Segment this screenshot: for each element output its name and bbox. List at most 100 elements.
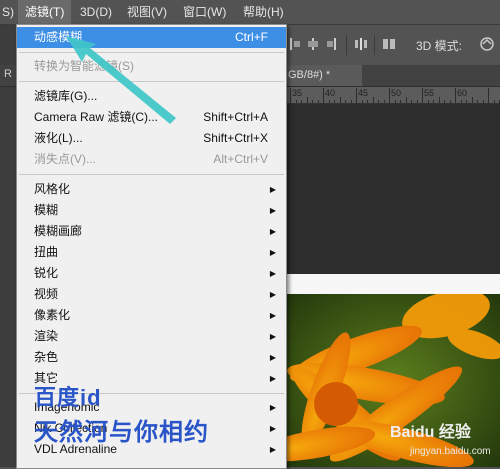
menu-item-label: 消失点(V)...	[34, 152, 96, 166]
horizontal-ruler: 35 40 45 50 55 60	[286, 87, 500, 104]
ruler-tick	[367, 100, 368, 103]
menu-item-label: 杂色	[34, 350, 59, 364]
submenu-arrow-icon: ▶	[269, 185, 276, 194]
distribute-icon[interactable]	[354, 37, 368, 51]
ruler-tick	[345, 100, 346, 103]
ruler-tick	[361, 100, 363, 103]
menu-item-convert-smart-filter[interactable]: 转换为智能滤镜(S)	[17, 56, 286, 77]
ruler-tick	[471, 97, 473, 103]
ruler-tick	[383, 100, 385, 103]
submenu-arrow-icon: ▶	[269, 206, 276, 215]
menu-divider	[19, 81, 284, 82]
ruler-tick	[482, 100, 484, 103]
menu-item-label: 转换为智能滤镜(S)	[34, 59, 134, 73]
ruler-tick	[422, 88, 423, 103]
ruler-tick	[411, 100, 412, 103]
ruler-tick	[427, 100, 429, 103]
menu-item-shortcut: Ctrl+F	[235, 30, 268, 44]
ruler-label: 45	[358, 88, 369, 98]
menu-view[interactable]: 视图(V)	[127, 0, 167, 24]
submenu-arrow-icon: ▶	[269, 374, 276, 383]
3d-rotate-icon[interactable]	[478, 35, 496, 53]
3d-mode-label: 3D 模式:	[416, 39, 463, 53]
align-icon[interactable]	[288, 37, 302, 51]
menu-select-fragment[interactable]: S)	[2, 0, 14, 24]
menu-item-sharpen[interactable]: 锐化 ▶	[17, 263, 286, 284]
tools-panel-edge	[0, 25, 16, 467]
watermark-line-2: 天然河与你相约	[34, 419, 209, 446]
ruler-tick	[444, 100, 445, 103]
align-center-icon[interactable]	[306, 37, 320, 51]
menu-item-label: 扭曲	[34, 245, 59, 259]
submenu-arrow-icon: ▶	[269, 332, 276, 341]
menu-item-render[interactable]: 渲染 ▶	[17, 326, 286, 347]
ruler-tick	[323, 88, 324, 103]
ruler-tick	[455, 88, 456, 103]
ruler-tick	[328, 100, 330, 103]
menu-item-noise[interactable]: 杂色 ▶	[17, 347, 286, 368]
align-right-icon[interactable]	[324, 37, 338, 51]
menu-item-pixelate[interactable]: 像素化 ▶	[17, 305, 286, 326]
menu-item-camera-raw[interactable]: Camera Raw 滤镜(C)... Shift+Ctrl+A	[17, 107, 286, 128]
ruler-label: 35	[292, 88, 303, 98]
menu-help[interactable]: 帮助(H)	[243, 0, 284, 24]
menu-item-label: 动感模糊	[34, 30, 83, 44]
divider	[346, 35, 347, 55]
menu-item-blur-gallery[interactable]: 模糊画廊 ▶	[17, 221, 286, 242]
menu-item-video[interactable]: 视频 ▶	[17, 284, 286, 305]
ruler-tick	[493, 100, 495, 103]
ruler-tick	[339, 97, 341, 103]
ruler-tick	[460, 100, 462, 103]
ruler-tick	[301, 100, 302, 103]
ruler-tick	[350, 100, 352, 103]
menu-item-label: 液化(L)...	[34, 131, 83, 145]
submenu-arrow-icon: ▶	[269, 424, 276, 433]
menu-item-label: 锐化	[34, 266, 59, 280]
canvas-area	[286, 104, 500, 467]
ruler-tick	[433, 100, 434, 103]
menu-item-label: 模糊画廊	[34, 224, 83, 238]
menu-item-label: 模糊	[34, 203, 59, 217]
ruler-tick	[477, 100, 478, 103]
menu-item-label: 视频	[34, 287, 59, 301]
menu-item-label: 像素化	[34, 308, 71, 322]
ruler-tick	[334, 100, 335, 103]
ruler-tick	[306, 97, 308, 103]
menu-window[interactable]: 窗口(W)	[183, 0, 226, 24]
menu-item-distort[interactable]: 扭曲 ▶	[17, 242, 286, 263]
menu-item-label: 渲染	[34, 329, 59, 343]
auto-align-icon[interactable]	[382, 37, 396, 51]
watermark-line-1: 百度id	[34, 385, 102, 410]
menu-item-blur[interactable]: 模糊 ▶	[17, 200, 286, 221]
menu-item-stylize[interactable]: 风格化 ▶	[17, 179, 286, 200]
ruler-tick	[290, 88, 291, 103]
ruler-tick	[405, 97, 407, 103]
baidu-site: jingyan.baidu.com	[410, 446, 491, 457]
menu-filter[interactable]: 滤镜(T)	[18, 0, 72, 24]
ruler-label: 55	[424, 88, 435, 98]
submenu-arrow-icon: ▶	[269, 445, 276, 454]
submenu-arrow-icon: ▶	[269, 403, 276, 412]
menu-item-vanishing-point[interactable]: 消失点(V)... Alt+Ctrl+V	[17, 149, 286, 170]
divider	[374, 35, 375, 55]
ruler-tick	[312, 100, 313, 103]
menu-item-shortcut: Shift+Ctrl+A	[203, 110, 268, 124]
submenu-arrow-icon: ▶	[269, 227, 276, 236]
submenu-arrow-icon: ▶	[269, 311, 276, 320]
ruler-tick	[438, 97, 440, 103]
menu-item-filter-gallery[interactable]: 滤镜库(G)...	[17, 86, 286, 107]
ruler-tick	[449, 100, 451, 103]
ruler-tick	[416, 100, 418, 103]
menu-item-motion-blur[interactable]: 动感模糊 Ctrl+F	[17, 27, 286, 48]
menu-3d[interactable]: 3D(D)	[80, 0, 112, 24]
document-tab[interactable]: GB/8#) *	[286, 65, 362, 86]
document-tab-label: GB/8#) *	[288, 69, 331, 81]
ruler-label: 50	[391, 88, 402, 98]
menu-item-label: 滤镜库(G)...	[34, 89, 98, 103]
options-bar: 3D 模式:	[286, 25, 500, 65]
menu-item-liquify[interactable]: 液化(L)... Shift+Ctrl+X	[17, 128, 286, 149]
tab-fragment[interactable]: R	[4, 68, 12, 80]
menu-bar: S) 滤镜(T) 3D(D) 视图(V) 窗口(W) 帮助(H)	[0, 0, 500, 25]
baidu-logo: Baidu 经验	[390, 424, 471, 441]
submenu-arrow-icon: ▶	[269, 353, 276, 362]
